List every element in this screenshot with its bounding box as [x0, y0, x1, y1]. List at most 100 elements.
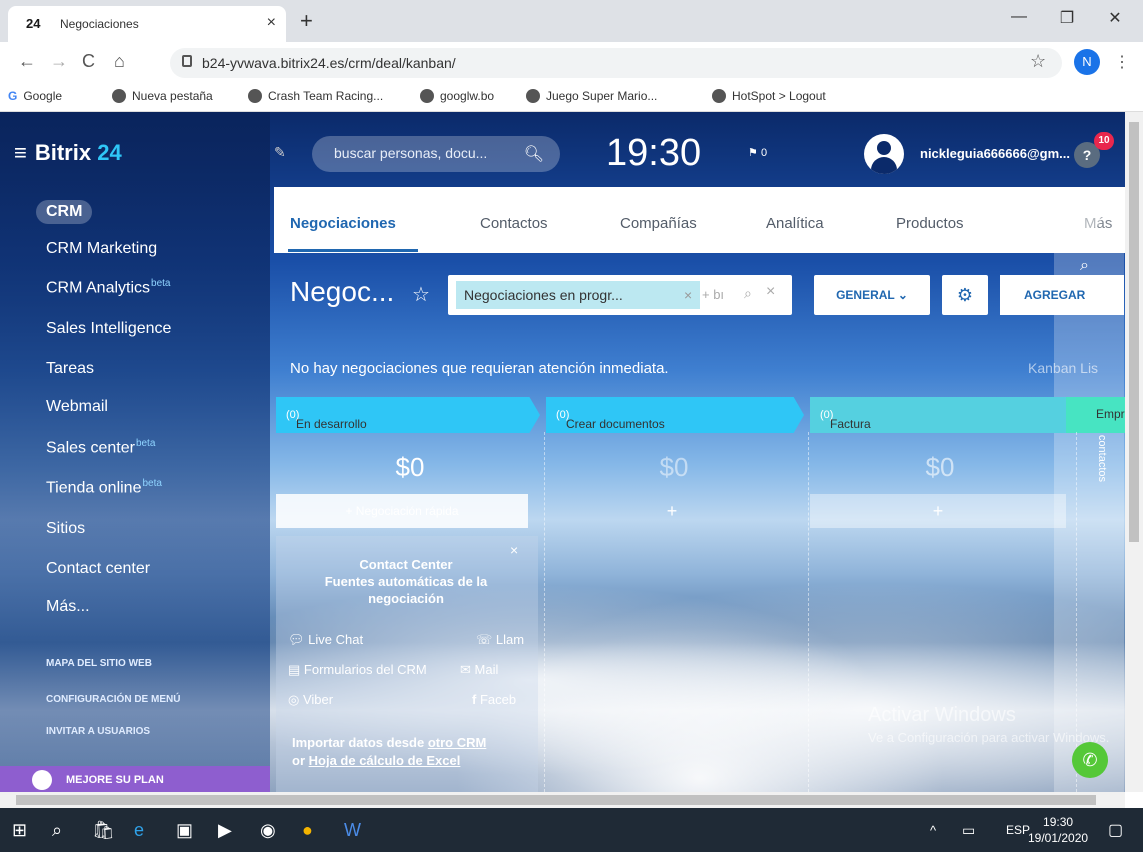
global-search[interactable]: 🔍︎: [312, 136, 560, 172]
tab-productos[interactable]: Productos: [896, 215, 964, 232]
menu-dots-icon[interactable]: ⋮: [1114, 52, 1130, 72]
clock[interactable]: 19:30: [606, 132, 701, 175]
filter-clear-icon[interactable]: ×: [766, 283, 775, 301]
quick-deal-button[interactable]: + Negociación rápida: [276, 494, 528, 528]
bookmark-google[interactable]: G Google: [8, 89, 62, 103]
bell-icon[interactable]: [1076, 203, 1102, 229]
tray-chevron-icon[interactable]: ^: [930, 823, 936, 838]
back-icon[interactable]: ←: [18, 51, 36, 72]
sidebar-item-crm-marketing[interactable]: CRM Marketing: [46, 240, 157, 258]
vertical-scrollbar[interactable]: [1125, 112, 1143, 792]
chrome-icon[interactable]: ●: [302, 820, 313, 841]
add-deal-button[interactable]: +: [546, 494, 798, 528]
sidebar-item-tareas[interactable]: Tareas: [46, 360, 94, 378]
sidebar-item-webmail[interactable]: Webmail: [46, 398, 108, 416]
new-tab-button[interactable]: +: [300, 8, 313, 34]
player-icon[interactable]: ◉: [260, 820, 276, 841]
sidebar-item-mas[interactable]: Más...: [46, 598, 90, 616]
horizontal-scrollbar[interactable]: [0, 792, 1125, 808]
reload-icon[interactable]: C: [82, 51, 95, 72]
sidebar-link-menu-config[interactable]: CONFIGURACIÓN DE MENÚ: [46, 694, 180, 705]
browser-tab[interactable]: 24 Negociaciones ×: [8, 6, 286, 42]
column-header-en-desarrollo[interactable]: En desarrollo (0): [276, 397, 540, 433]
cc-facebook[interactable]: f Faceb: [472, 692, 516, 707]
sidebar-item-sitios[interactable]: Sitios: [46, 520, 85, 538]
forward-icon[interactable]: →: [50, 51, 68, 72]
sidebar-item-sales-center[interactable]: Sales centerbeta: [46, 438, 155, 457]
bookmark-hotspot[interactable]: HotSpot > Logout: [712, 89, 826, 103]
store-icon[interactable]: 🛍︎: [92, 820, 115, 841]
sidebar-item-sales-intelligence[interactable]: Sales Intelligence: [46, 320, 171, 338]
tab-negociaciones[interactable]: Negociaciones: [290, 215, 396, 232]
tab-companias[interactable]: Compañías: [620, 215, 697, 232]
chat-icon: 💬︎: [288, 632, 305, 647]
filter-search-icon[interactable]: ⌕: [744, 285, 752, 302]
bookmark-googlw[interactable]: googlw.bo: [420, 89, 494, 103]
panel-search-icon[interactable]: ⌕: [1080, 257, 1089, 275]
upgrade-plan-button[interactable]: MEJORE SU PLAN: [0, 766, 270, 792]
sidebar-link-invite[interactable]: INVITAR A USUARIOS: [46, 726, 150, 737]
edge-icon[interactable]: e: [134, 820, 144, 841]
language-indicator[interactable]: ESP: [1006, 823, 1030, 837]
tray-clock[interactable]: 19:30 19/01/2020: [1028, 814, 1088, 846]
settings-button[interactable]: ⚙: [942, 275, 988, 315]
taskbar-search-icon[interactable]: ⌕: [52, 820, 62, 841]
media-icon[interactable]: ▶: [218, 820, 232, 841]
bookmark-crash[interactable]: Crash Team Racing...: [248, 89, 383, 103]
column-header-crear-documentos[interactable]: Crear documentos (0): [546, 397, 804, 433]
tab-contactos[interactable]: Contactos: [480, 215, 548, 232]
remove-filter-icon[interactable]: ×: [684, 287, 692, 303]
app-icon[interactable]: ▣: [176, 820, 193, 841]
restore-icon[interactable]: ❐: [1052, 8, 1082, 28]
minimize-icon[interactable]: —: [1004, 8, 1034, 26]
cc-mail[interactable]: ✉ Mail: [460, 662, 498, 678]
sidebar-item-crm[interactable]: CRM: [36, 200, 93, 224]
bookmark-nueva[interactable]: Nueva pestaña: [112, 89, 213, 103]
sidebar-item-crm-analytics[interactable]: CRM Analyticsbeta: [46, 278, 171, 297]
word-icon[interactable]: W: [344, 820, 361, 841]
add-button[interactable]: AGREGAR: [1000, 275, 1124, 315]
sidebar-item-contact-center[interactable]: Contact center: [46, 560, 150, 578]
user-avatar[interactable]: [864, 134, 904, 174]
phone-call-button[interactable]: ✆: [1072, 742, 1108, 778]
search-icon[interactable]: 🔍︎: [524, 144, 544, 164]
windows-start-icon[interactable]: ⊞: [12, 820, 27, 841]
favorite-star-icon[interactable]: ☆: [412, 282, 430, 307]
home-icon[interactable]: ⌂: [114, 51, 125, 72]
cc-viber[interactable]: ◎ Viber: [288, 692, 333, 708]
column-header-factura[interactable]: Factura (0): [810, 397, 1066, 433]
chevron-down-icon: ⌄: [897, 288, 908, 302]
sidebar-item-tienda-online[interactable]: Tienda onlinebeta: [46, 478, 162, 497]
close-tab-icon[interactable]: ×: [267, 14, 276, 32]
add-deal-button[interactable]: +: [810, 494, 1066, 528]
window-close-icon[interactable]: ✕: [1100, 8, 1130, 28]
flag-counter[interactable]: ⚑ 0: [748, 146, 767, 159]
scroll-thumb[interactable]: [16, 795, 1096, 805]
cc-live-chat[interactable]: 💬︎ Live Chat: [288, 632, 363, 648]
view-mode-switch[interactable]: Kanban Lis: [1028, 360, 1098, 376]
filter-add-text[interactable]: + bı: [702, 287, 724, 302]
general-button[interactable]: GENERAL ⌄: [814, 275, 930, 315]
hamburger-icon[interactable]: ≡: [14, 140, 27, 165]
user-name[interactable]: nickleguia666666@gm...: [920, 146, 1070, 161]
bookmark-mario[interactable]: Juego Super Mario...: [526, 89, 657, 103]
network-icon[interactable]: ▭: [962, 822, 975, 839]
column-header-empre[interactable]: Empre: [1066, 397, 1131, 433]
bookmark-star-icon[interactable]: ☆: [1030, 51, 1046, 72]
scroll-thumb[interactable]: [1129, 122, 1139, 542]
sidebar-link-sitemap[interactable]: MAPA DEL SITIO WEB: [46, 658, 152, 669]
cc-forms[interactable]: ▤ Formularios del CRM: [288, 662, 427, 678]
import-other-crm-link[interactable]: otro CRM: [428, 735, 487, 750]
import-excel-link[interactable]: Hoja de cálculo de Excel: [309, 753, 461, 768]
tab-analitica[interactable]: Analítica: [766, 215, 824, 232]
address-bar[interactable]: b24-yvwava.bitrix24.es/crm/deal/kanban/: [170, 48, 1062, 78]
profile-avatar[interactable]: N: [1074, 49, 1100, 75]
filter-chip[interactable]: Negociaciones en progr... ×: [456, 281, 700, 309]
globe-icon: [420, 89, 434, 103]
edit-pencil-icon[interactable]: ✎: [274, 144, 286, 161]
notification-center-icon[interactable]: ▢: [1108, 820, 1123, 840]
cc-llamadas[interactable]: ☏ Llam: [476, 632, 524, 648]
search-input[interactable]: [334, 145, 514, 161]
logo[interactable]: ≡ Bitrix 24: [14, 140, 122, 166]
filter-box[interactable]: Negociaciones en progr... × + bı ⌕ ×: [448, 275, 792, 315]
